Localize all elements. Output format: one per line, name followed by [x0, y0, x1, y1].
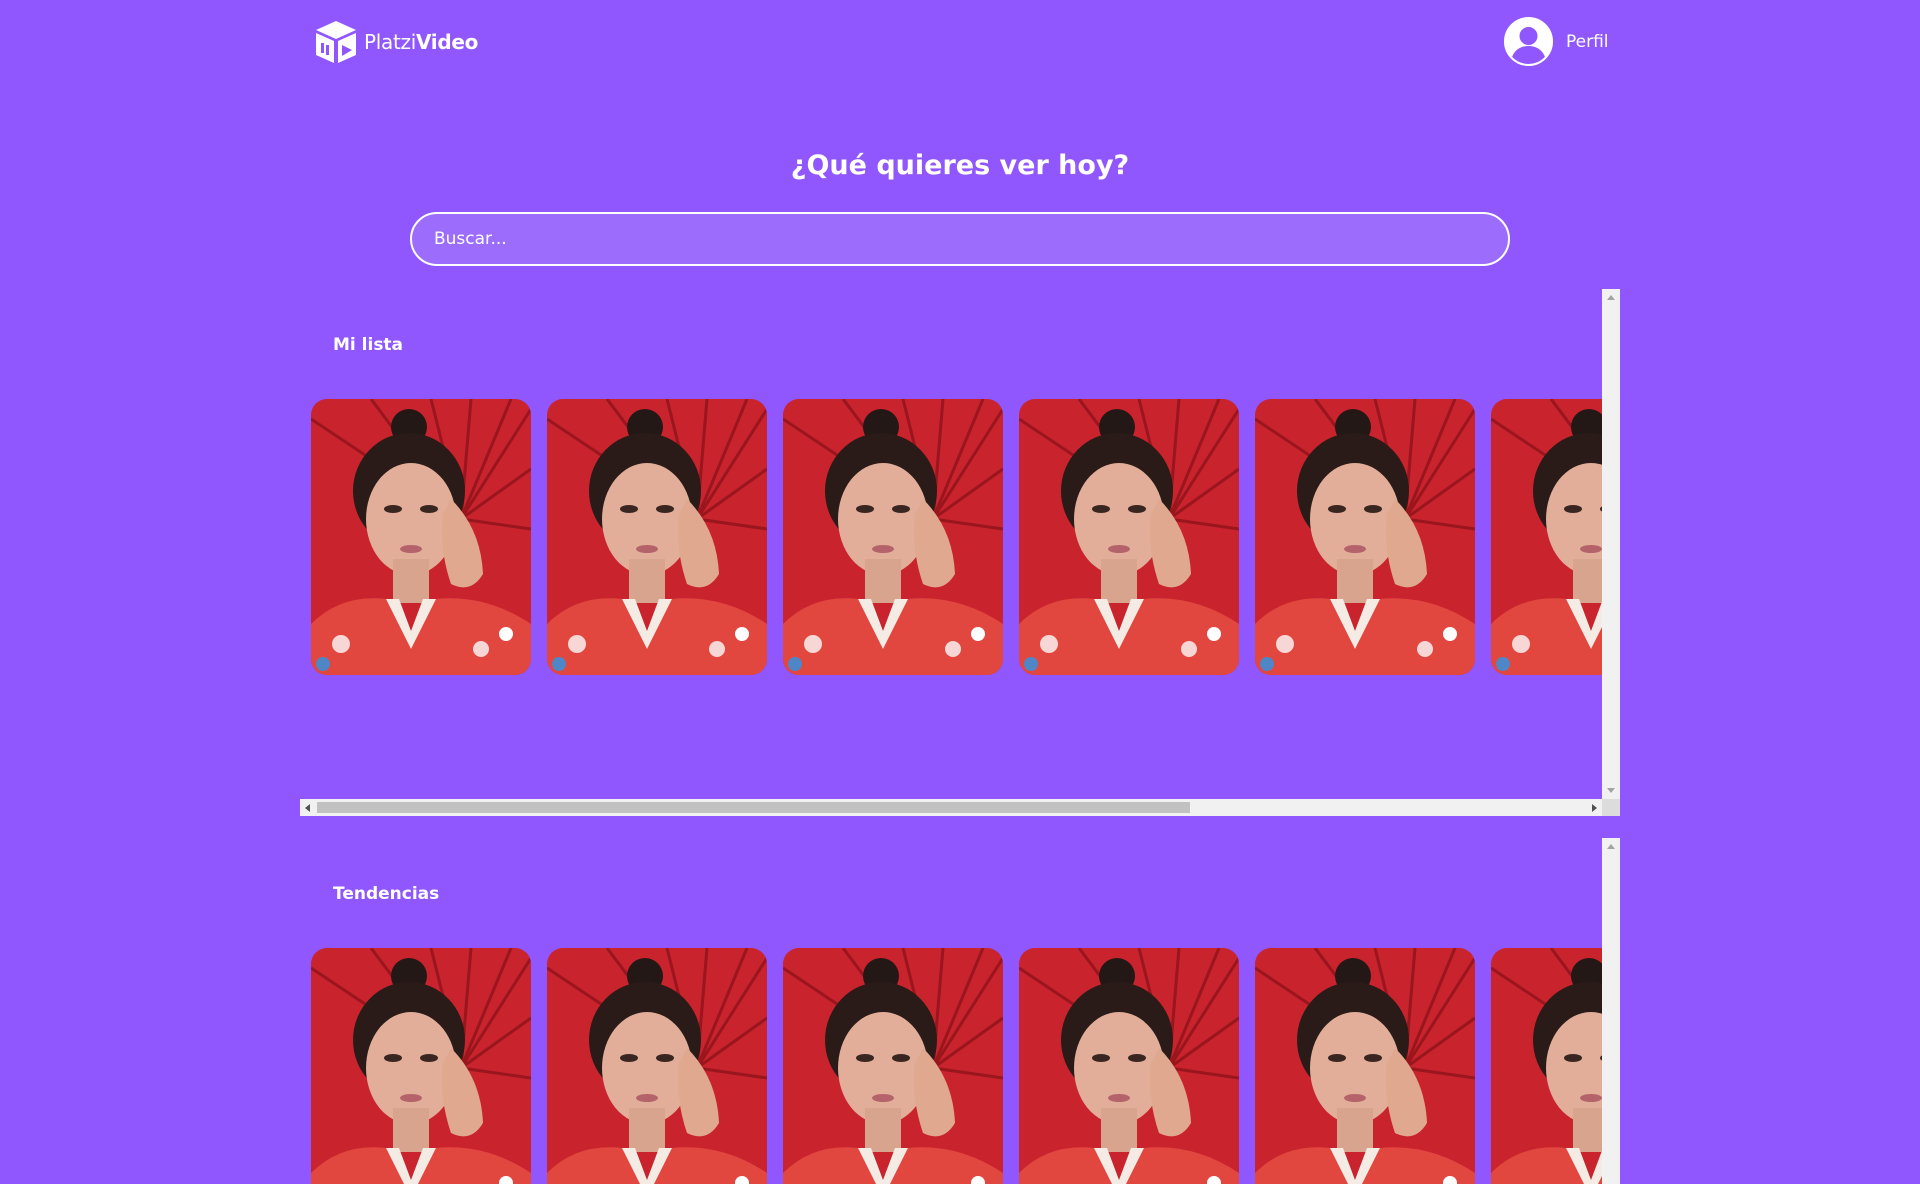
profile-menu[interactable]: Perfil — [1504, 17, 1609, 66]
portrait-thumbnail-image — [1255, 399, 1475, 675]
scrollbar-corner — [1602, 799, 1620, 816]
carousel-item[interactable] — [783, 948, 1003, 1184]
vertical-scrollbar[interactable] — [1602, 838, 1620, 1184]
scrollbar-thumb[interactable] — [317, 802, 1190, 813]
portrait-thumbnail-image — [1491, 948, 1602, 1184]
category-title: Tendencias — [333, 884, 440, 904]
category-tendencias: Tendencias — [300, 838, 1620, 1184]
logo[interactable]: PlatziVideo — [313, 19, 478, 65]
vertical-scrollbar[interactable] — [1602, 289, 1620, 799]
carousel-item[interactable] — [311, 948, 531, 1184]
logo-name-regular: Platzi — [364, 30, 416, 54]
carousel-viewport: Mi lista — [300, 289, 1602, 799]
carousel-item[interactable] — [1255, 948, 1475, 1184]
carousel-item[interactable] — [783, 399, 1003, 675]
carousel-item[interactable] — [1019, 399, 1239, 675]
scroll-down-icon[interactable] — [1607, 788, 1615, 793]
carousel-item[interactable] — [547, 399, 767, 675]
carousel-item[interactable] — [311, 399, 531, 675]
profile-label[interactable]: Perfil — [1566, 32, 1609, 52]
portrait-thumbnail-image — [783, 948, 1003, 1184]
carousel-row[interactable] — [311, 399, 1602, 675]
carousel-item[interactable] — [1491, 399, 1602, 675]
search-input[interactable] — [410, 212, 1510, 266]
logo-name-bold: Video — [415, 30, 479, 54]
carousel-item[interactable] — [1255, 399, 1475, 675]
portrait-thumbnail-image — [1255, 948, 1475, 1184]
portrait-thumbnail-image — [1019, 948, 1239, 1184]
carousel-item[interactable] — [1019, 948, 1239, 1184]
category-title: Mi lista — [333, 335, 404, 355]
carousel-item[interactable] — [1491, 948, 1602, 1184]
carousel-viewport: Tendencias — [300, 838, 1602, 1184]
user-avatar-icon[interactable] — [1504, 17, 1553, 66]
header: PlatziVideo Perfil — [0, 0, 1920, 90]
portrait-thumbnail-image — [547, 399, 767, 675]
search-title: ¿Qué quieres ver hoy? — [790, 150, 1130, 181]
category-mi-lista: Mi lista — [300, 289, 1620, 816]
portrait-thumbnail-image — [311, 948, 531, 1184]
carousel-item[interactable] — [547, 948, 767, 1184]
horizontal-scrollbar[interactable] — [300, 799, 1602, 816]
scroll-right-icon[interactable] — [1592, 804, 1597, 812]
logo-text: PlatziVideo — [364, 30, 478, 54]
scroll-left-icon[interactable] — [305, 804, 310, 812]
portrait-thumbnail-image — [1019, 399, 1239, 675]
portrait-thumbnail-image — [1491, 399, 1602, 675]
scroll-up-icon[interactable] — [1607, 295, 1615, 300]
carousel-row[interactable] — [311, 948, 1602, 1184]
portrait-thumbnail-image — [783, 399, 1003, 675]
scroll-up-icon[interactable] — [1607, 844, 1615, 849]
portrait-thumbnail-image — [311, 399, 531, 675]
cube-play-icon — [316, 21, 356, 63]
portrait-thumbnail-image — [547, 948, 767, 1184]
